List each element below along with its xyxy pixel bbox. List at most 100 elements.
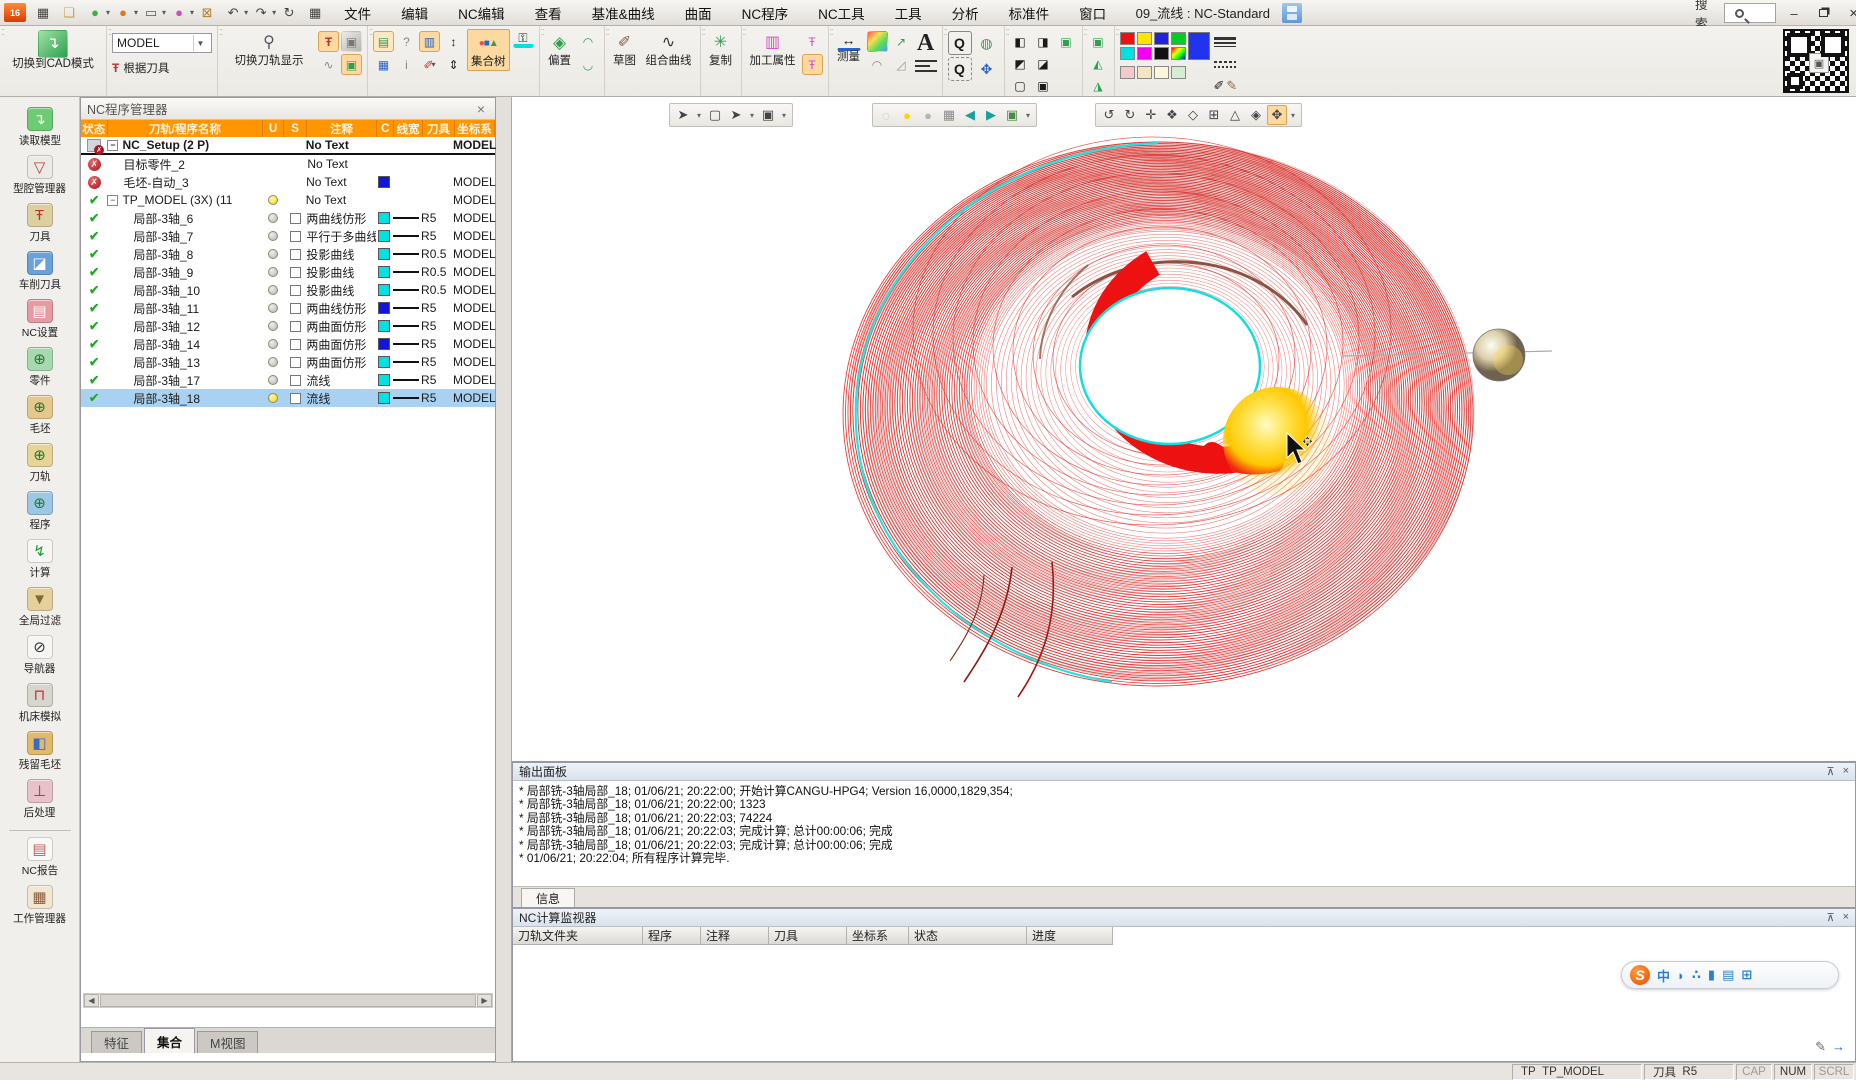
pick-tool-icon[interactable]: ➤: [726, 105, 746, 125]
suppress-checkbox[interactable]: [290, 303, 301, 314]
suppress-checkbox[interactable]: [290, 393, 301, 404]
sketch-button[interactable]: ✐ 草图: [610, 29, 640, 69]
toolpath-name[interactable]: 目标零件_2: [124, 156, 185, 173]
next-view-icon[interactable]: ▶: [981, 105, 1001, 125]
measure-button[interactable]: ↔ 测量: [834, 29, 864, 65]
redo-icon[interactable]: ↷: [249, 2, 273, 23]
window-layout-icon[interactable]: ▥: [419, 31, 440, 52]
toolpath-row[interactable]: ✔局部-3轴_8投影曲线R0.5MODEL: [81, 245, 495, 263]
suppress-checkbox[interactable]: [290, 285, 301, 296]
view-cube-right-icon[interactable]: ▣: [1033, 75, 1054, 96]
model-display-icon[interactable]: ●: [83, 2, 107, 23]
color-swatch[interactable]: [378, 356, 390, 368]
toolpath-name[interactable]: 局部-3轴_9: [133, 264, 193, 281]
color-swatch[interactable]: [378, 320, 390, 332]
monitor-column-坐标系[interactable]: 坐标系: [847, 927, 909, 945]
visibility-bulb-icon[interactable]: [268, 339, 278, 349]
model-combobox[interactable]: MODEL▼: [112, 33, 212, 53]
sidebar-item[interactable]: ▦工作管理器: [1, 885, 79, 926]
suppress-checkbox[interactable]: [290, 357, 301, 368]
rainbow-swatch[interactable]: [1171, 47, 1186, 60]
line-dash-icon[interactable]: [1214, 54, 1236, 74]
menu-NC工具[interactable]: NC工具: [818, 3, 865, 23]
manipulator-icon[interactable]: ✥: [1267, 105, 1287, 125]
suppress-checkbox[interactable]: [290, 321, 301, 332]
view-cube-shaded-icon[interactable]: ▣: [1056, 31, 1077, 52]
color-swatch[interactable]: [1154, 47, 1169, 60]
tool-lamp-on-icon[interactable]: Ŧ: [318, 31, 339, 52]
monitor-column-刀轨文件夹[interactable]: 刀轨文件夹: [513, 927, 643, 945]
toolpath-row[interactable]: ✔局部-3轴_7平行于多曲线R5MODEL: [81, 227, 495, 245]
shaded-cube-icon[interactable]: ▣: [341, 54, 362, 75]
search-input[interactable]: [1724, 3, 1776, 23]
pastel-swatch[interactable]: [1120, 66, 1135, 79]
column-U[interactable]: U: [263, 120, 284, 137]
toolpath-name[interactable]: 局部-3轴_11: [133, 300, 199, 317]
pan-icon[interactable]: ✛: [1141, 105, 1161, 125]
suppress-checkbox[interactable]: [290, 375, 301, 386]
color-swatch[interactable]: [378, 248, 390, 260]
toolpath-row[interactable]: ✔局部-3轴_6两曲线仿形R5MODEL: [81, 209, 495, 227]
visibility-bulb-icon[interactable]: [268, 285, 278, 295]
view-cube-left-icon[interactable]: ▢: [1010, 75, 1031, 96]
toolpath-row[interactable]: ✔局部-3轴_11两曲线仿形R5MODEL: [81, 299, 495, 317]
panel-tab-集合[interactable]: 集合: [144, 1028, 195, 1053]
gray-surface-icon[interactable]: ◠: [867, 54, 888, 75]
menu-编辑[interactable]: 编辑: [401, 3, 428, 23]
monitor-close-icon[interactable]: ×: [1843, 911, 1849, 924]
select-filter-icon[interactable]: ▣: [758, 105, 778, 125]
column-注释[interactable]: 注释: [307, 120, 377, 137]
graphics-viewport[interactable]: ✥ ➤▾▢➤▾▣▾ ●●●▦◀▶▣▾ ↺↻✛❖◇⊞△◈✥▾: [512, 97, 1856, 762]
toolpath-name[interactable]: 局部-3轴_18: [133, 390, 200, 407]
machining-attr-button[interactable]: ▥ 加工属性: [747, 29, 799, 69]
color-swatch[interactable]: [378, 176, 390, 188]
undo-icon[interactable]: ↶: [221, 2, 245, 23]
toolpath-name[interactable]: 毛坯-自动_3: [123, 174, 188, 191]
pastel-swatch[interactable]: [1171, 66, 1186, 79]
app-logo-icon[interactable]: 16: [4, 3, 26, 22]
list-view-icon[interactable]: ▦: [303, 2, 327, 23]
color-swatch[interactable]: [378, 374, 390, 386]
cube-display-icon[interactable]: ▣: [1002, 105, 1022, 125]
open-folder-icon[interactable]: ❏: [57, 2, 81, 23]
line-style-icon[interactable]: [915, 56, 937, 76]
sidebar-item[interactable]: ⊕零件: [1, 347, 79, 388]
suppress-checkbox[interactable]: [290, 249, 301, 260]
pink-spiral-tool-icon[interactable]: Ŧ: [802, 54, 823, 75]
column-C[interactable]: C: [377, 120, 394, 137]
sidebar-item[interactable]: Ŧ刀具: [1, 203, 79, 244]
sidebar-item[interactable]: ↴读取模型: [1, 107, 79, 148]
toolpath-row[interactable]: ✔局部-3轴_12两曲面仿形R5MODEL: [81, 317, 495, 335]
view-cube-top-icon[interactable]: ◩: [1010, 53, 1031, 74]
flatten-surface-icon[interactable]: ◿: [891, 54, 912, 75]
tool-display-caret-icon[interactable]: ▾: [134, 8, 138, 17]
column-刀轨/程序名称[interactable]: 刀轨/程序名称: [108, 120, 264, 137]
list-manager-icon[interactable]: ▤: [373, 31, 394, 52]
color-swatch[interactable]: [1120, 47, 1135, 60]
visibility-bulb-icon[interactable]: [268, 249, 278, 259]
render-mode-caret-icon[interactable]: ▾: [190, 8, 194, 17]
view-cube-front-icon[interactable]: ◧: [1010, 31, 1031, 52]
text-tool-button[interactable]: A: [917, 31, 934, 55]
output-log[interactable]: * 局部铣-3轴局部_18; 01/06/21; 20:22:00; 开始计算C…: [513, 781, 1855, 869]
toolpath-name[interactable]: NC_Setup (2 P): [122, 138, 209, 152]
height-measure-icon[interactable]: ↕: [443, 31, 464, 52]
panel-title-bar[interactable]: NC程序管理器 ×: [81, 98, 495, 120]
color-swatch[interactable]: [378, 230, 390, 242]
sidebar-item[interactable]: ⊕刀轨: [1, 443, 79, 484]
menu-文件[interactable]: 文件: [344, 3, 371, 23]
help-icon[interactable]: ?: [396, 31, 417, 52]
visibility-bulb-icon[interactable]: [268, 303, 278, 313]
suppress-checkbox[interactable]: [290, 213, 301, 224]
zoom-solid-icon[interactable]: ◍: [975, 31, 999, 55]
sidebar-item[interactable]: ▤NC设置: [1, 299, 79, 340]
output-close-icon[interactable]: ×: [1843, 765, 1849, 778]
expand-icon[interactable]: −: [107, 140, 118, 151]
monitor-pin-icon[interactable]: ⊼: [1827, 911, 1835, 924]
panel-close-icon[interactable]: ×: [473, 101, 489, 117]
toolpath-name[interactable]: 局部-3轴_13: [133, 354, 200, 371]
sidebar-item[interactable]: ◪车削刀具: [1, 251, 79, 292]
pick-caret-icon[interactable]: ▾: [747, 105, 757, 125]
column-S[interactable]: S: [284, 120, 307, 137]
refresh-icon[interactable]: ↻: [277, 2, 301, 23]
